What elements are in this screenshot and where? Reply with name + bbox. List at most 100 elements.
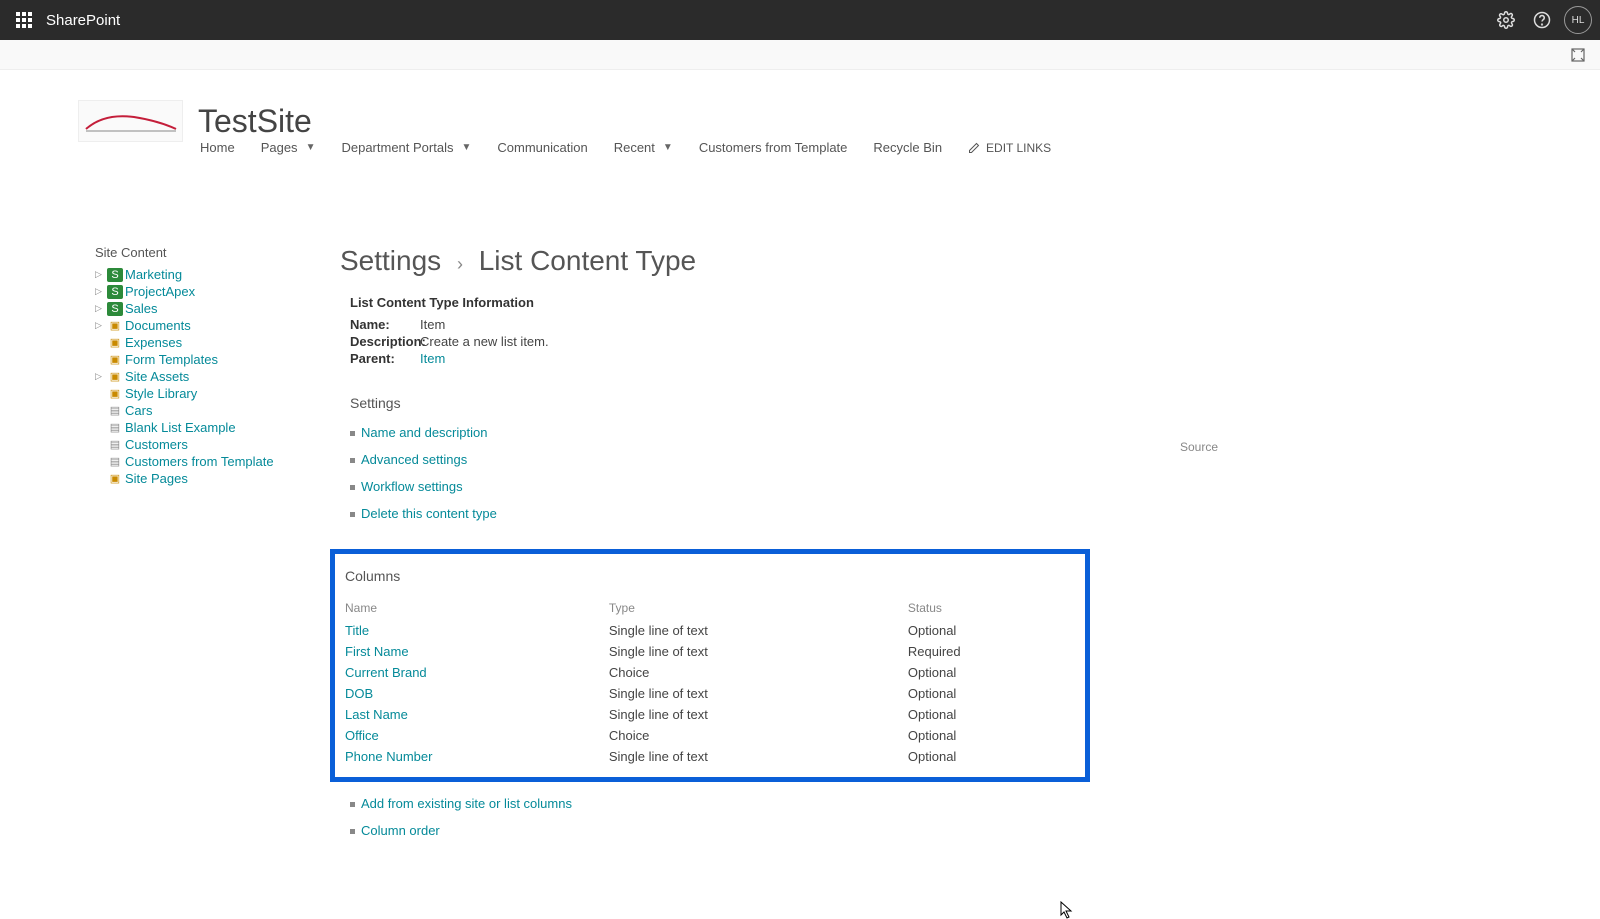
settings-link[interactable]: Advanced settings [361,452,467,467]
column-row: Last NameSingle line of textOptional [345,704,1075,725]
col-header-type: Type [609,601,908,615]
column-name-link[interactable]: DOB [345,686,373,701]
column-status: Optional [908,665,1075,680]
subsite-icon: S [107,302,123,316]
suite-bar: SharePoint HL [0,0,1600,40]
library-icon: ▣ [107,370,123,384]
tree-item-link[interactable]: Expenses [125,335,182,350]
column-type: Choice [609,665,908,680]
info-desc-value: Create a new list item. [420,334,549,349]
column-name-link[interactable]: Phone Number [345,749,432,764]
tree-item-link[interactable]: Customers from Template [125,454,274,469]
tree-item-link[interactable]: Site Assets [125,369,189,384]
list-icon: ▤ [107,421,123,435]
tree-item[interactable]: ▤Cars [95,402,340,419]
tree-item[interactable]: ▤Customers from Template [95,453,340,470]
tree-item-link[interactable]: ProjectApex [125,284,195,299]
settings-link-row: Advanced settings [350,446,1540,473]
expand-icon[interactable]: ▷ [95,286,105,297]
tree-item-link[interactable]: Cars [125,403,152,418]
tree-item-link[interactable]: Documents [125,318,191,333]
tree-item-link[interactable]: Form Templates [125,352,218,367]
bullet-icon [350,485,355,490]
library-icon: ▣ [107,336,123,350]
tree-item[interactable]: ▣Form Templates [95,351,340,368]
breadcrumb-root[interactable]: Settings [340,245,441,276]
expand-icon[interactable]: ▷ [95,371,105,382]
tree-item-link[interactable]: Customers [125,437,188,452]
tree-item[interactable]: ▷SProjectApex [95,283,340,300]
page-title-breadcrumb: Settings › List Content Type [340,245,1540,277]
ribbon-bar [0,40,1600,70]
main-content: Settings › List Content Type List Conten… [340,105,1600,844]
tree-item[interactable]: ▣Expenses [95,334,340,351]
nav-item[interactable]: Home [200,140,235,155]
columns-footer-link[interactable]: Column order [361,823,440,838]
info-parent-label: Parent: [350,351,420,366]
site-content-heading: Site Content [95,245,340,260]
expand-icon[interactable]: ▷ [95,320,105,331]
subsite-icon: S [107,268,123,282]
subsite-icon: S [107,285,123,299]
settings-icon[interactable] [1488,2,1524,38]
column-name-link[interactable]: Last Name [345,707,408,722]
tree-item[interactable]: ▷SSales [95,300,340,317]
app-launcher-icon[interactable] [8,4,40,36]
site-logo[interactable] [78,100,183,142]
info-parent-link[interactable]: Item [420,351,445,366]
focus-content-icon[interactable] [1568,45,1588,65]
page-body: TestSite HomePages▼Department Portals▼Co… [0,70,1600,884]
settings-link[interactable]: Name and description [361,425,487,440]
library-icon: ▣ [107,353,123,367]
column-type: Choice [609,728,908,743]
nav-item[interactable]: Pages▼ [261,140,316,155]
info-name-label: Name: [350,317,420,332]
column-status: Required [908,644,1075,659]
tree-item-link[interactable]: Sales [125,301,158,316]
help-icon[interactable] [1524,2,1560,38]
tree-item[interactable]: ▤Customers [95,436,340,453]
settings-link-row: Workflow settings [350,473,1540,500]
mouse-cursor-icon [1060,901,1074,919]
settings-link[interactable]: Workflow settings [361,479,463,494]
site-title[interactable]: TestSite [198,103,312,140]
tree-item-link[interactable]: Marketing [125,267,182,282]
bullet-icon [350,802,355,807]
tree-item[interactable]: ▷▣Site Assets [95,368,340,385]
tree-item[interactable]: ▣Site Pages [95,470,340,487]
library-icon: ▣ [107,472,123,486]
settings-heading: Settings [350,395,1540,411]
tree-item-link[interactable]: Site Pages [125,471,188,486]
tree-item[interactable]: ▣Style Library [95,385,340,402]
column-name-link[interactable]: Office [345,728,379,743]
column-name-link[interactable]: Current Brand [345,665,427,680]
tree-item[interactable]: ▤Blank List Example [95,419,340,436]
tree-item[interactable]: ▷SMarketing [95,266,340,283]
chevron-down-icon: ▼ [306,142,316,153]
column-status: Optional [908,728,1075,743]
tree-item-link[interactable]: Style Library [125,386,197,401]
tree-item[interactable]: ▷▣Documents [95,317,340,334]
columns-header-row: Name Type Status [345,598,1075,618]
settings-link[interactable]: Delete this content type [361,506,497,521]
column-status: Optional [908,707,1075,722]
tree-item-link[interactable]: Blank List Example [125,420,236,435]
list-icon: ▤ [107,404,123,418]
column-type: Single line of text [609,644,908,659]
columns-footer-link-row: Column order [350,817,1540,844]
info-desc-label: Description: [350,334,420,349]
user-avatar[interactable]: HL [1564,6,1592,34]
breadcrumb-separator-icon: › [457,254,463,274]
suite-brand[interactable]: SharePoint [46,12,120,29]
expand-icon[interactable]: ▷ [95,269,105,280]
column-name-link[interactable]: Title [345,623,369,638]
bullet-icon [350,829,355,834]
column-status: Optional [908,623,1075,638]
settings-link-row: Name and description [350,419,1540,446]
expand-icon[interactable]: ▷ [95,303,105,314]
column-status: Optional [908,749,1075,764]
settings-link-row: Delete this content type [350,500,1540,527]
site-header: TestSite [78,100,312,142]
quick-launch: Site Content ▷SMarketing▷SProjectApex▷SS… [0,105,340,844]
column-name-link[interactable]: First Name [345,644,409,659]
